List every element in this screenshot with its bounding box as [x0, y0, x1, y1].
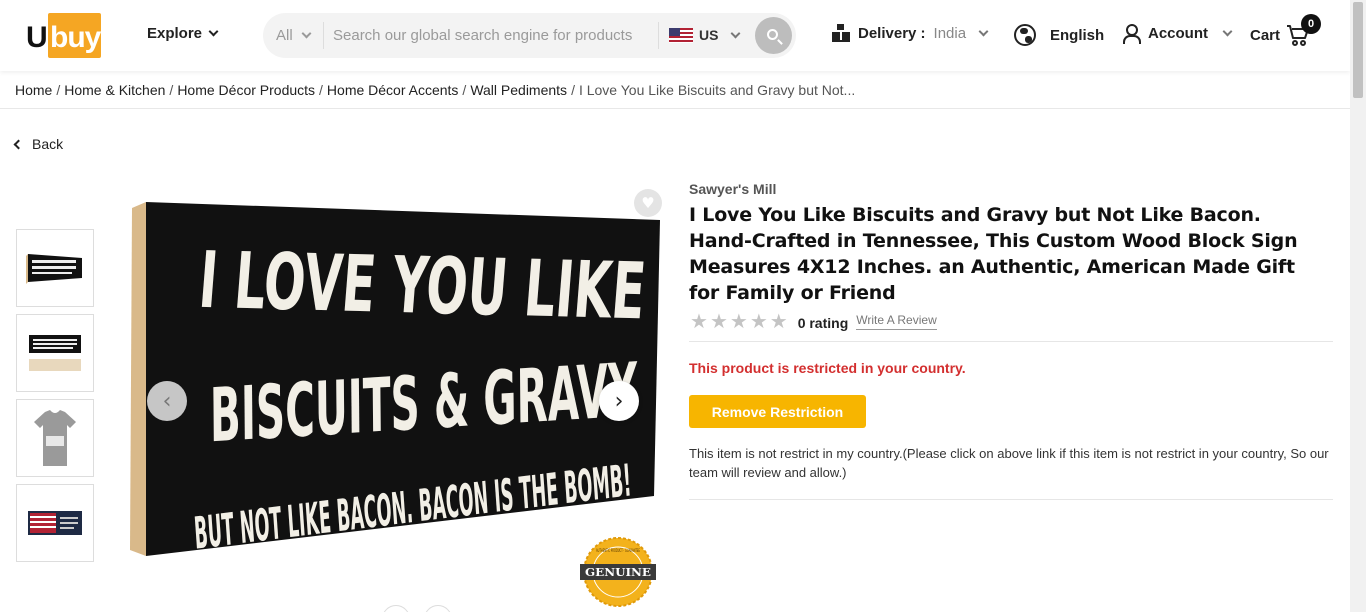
previous-image-button[interactable]: ‹ [147, 381, 187, 421]
delivery-country: India [933, 24, 967, 42]
breadcrumb-wall-pediments[interactable]: Wall Pediments [470, 82, 567, 98]
logo-prefix: U [26, 21, 48, 54]
page-scrollbar[interactable] [1350, 0, 1366, 612]
restriction-message: This product is restricted in your count… [689, 360, 966, 376]
genuine-badge: AUTHENTIC PRODUCT · GUARANTEE GENUINE [580, 537, 656, 607]
remove-restriction-button[interactable]: Remove Restriction [689, 395, 866, 428]
star-icon: ★ [709, 309, 728, 333]
divider [323, 22, 324, 49]
rating-count: 0 rating [797, 315, 849, 331]
account-label: Account [1148, 24, 1208, 42]
flag-sign-thumbnail-image [28, 511, 82, 535]
next-image-button[interactable]: › [599, 381, 639, 421]
thumbnail-sign-with-base[interactable] [16, 314, 94, 392]
write-review-link[interactable]: Write A Review [856, 313, 937, 330]
thumbnail-flag-sign[interactable] [16, 484, 94, 562]
search-bar: All US [263, 13, 796, 58]
rating-row: ★ ★ ★ ★ ★ 0 rating Write A Review [690, 311, 937, 331]
sign-base-thumbnail-image [29, 335, 81, 371]
chevron-down-icon [1222, 26, 1233, 36]
genuine-ring-text: AUTHENTIC PRODUCT · GUARANTEE [596, 548, 640, 553]
search-button[interactable] [755, 17, 792, 54]
divider [689, 499, 1333, 500]
ubuy-logo[interactable]: U buy [26, 13, 102, 58]
explore-label: Explore [147, 25, 203, 42]
thumbnail-sign-front[interactable] [16, 229, 94, 307]
wishlist-button[interactable]: ♥ [634, 189, 662, 217]
genuine-text: GENUINE [585, 566, 651, 579]
sign-line-1: I LOVE YOU LIKE [196, 236, 649, 337]
chevron-left-icon [13, 139, 24, 149]
breadcrumb-home-decor-accents[interactable]: Home Décor Accents [327, 82, 459, 98]
search-category-label: All [276, 27, 293, 44]
store-country-label: US [699, 27, 719, 43]
restriction-note: This item is not restrict in my country.… [689, 446, 1329, 480]
divider [0, 108, 1350, 109]
back-label: Back [32, 136, 64, 152]
star-icon: ★ [769, 309, 788, 333]
chevron-down-icon [301, 28, 312, 39]
product-brand[interactable]: Sawyer's Mill [689, 181, 776, 197]
star-icon: ★ [729, 309, 748, 333]
chevron-left-icon: ‹ [162, 388, 172, 414]
language-selector[interactable]: English [1014, 24, 1104, 46]
cart-label: Cart [1250, 26, 1281, 44]
user-icon [1122, 24, 1141, 44]
shirt-thumbnail-image [34, 410, 76, 466]
search-input[interactable] [333, 23, 653, 48]
account-menu[interactable]: Account [1122, 24, 1233, 44]
logo-suffix: buy [50, 21, 101, 54]
product-title: I Love You Like Biscuits and Gravy but N… [689, 204, 1298, 304]
scrollbar-thumb[interactable] [1353, 2, 1363, 98]
chevron-right-icon: › [614, 388, 624, 414]
store-country-select[interactable]: US [669, 27, 741, 43]
thumbnail-shirt-print[interactable] [16, 399, 94, 477]
breadcrumb-home-decor-products[interactable]: Home Décor Products [177, 82, 315, 98]
product-main-image[interactable]: I LOVE YOU LIKE BISCUITS & GRAVY BUT NOT… [128, 200, 662, 560]
chevron-down-icon [208, 26, 219, 37]
divider [658, 22, 659, 49]
sign-wood-edge [130, 202, 146, 556]
carousel-dot[interactable] [382, 605, 410, 612]
globe-icon [1014, 24, 1036, 46]
delivery-label: Delivery : [858, 24, 926, 42]
explore-menu[interactable]: Explore [147, 25, 219, 42]
boxes-icon [832, 24, 850, 42]
breadcrumb-home-kitchen[interactable]: Home & Kitchen [64, 82, 165, 98]
chevron-down-icon [731, 28, 741, 38]
chevron-down-icon [978, 26, 989, 36]
search-icon [767, 29, 778, 40]
cart-count-badge: 0 [1301, 14, 1321, 34]
back-link[interactable]: Back [13, 136, 64, 152]
divider [689, 341, 1333, 342]
star-icon: ★ [690, 309, 708, 333]
star-icon: ★ [749, 309, 768, 333]
search-category-select[interactable]: All [276, 27, 312, 44]
rating-stars: ★ ★ ★ ★ ★ [690, 311, 788, 331]
sign-thumbnail-image [26, 254, 82, 284]
breadcrumb-home[interactable]: Home [15, 82, 52, 98]
heart-icon: ♥ [641, 194, 655, 212]
breadcrumb: Home / Home & Kitchen / Home Décor Products /… [15, 82, 856, 98]
site-header: U buy Explore All US Delivery : Ind [0, 0, 1350, 71]
language-label: English [1050, 26, 1105, 44]
breadcrumb-current: I Love You Like Biscuits and Gravy but N… [578, 82, 856, 98]
delivery-selector[interactable]: Delivery : India [832, 24, 989, 42]
carousel-dot[interactable] [424, 605, 452, 612]
us-flag-icon [669, 27, 693, 43]
